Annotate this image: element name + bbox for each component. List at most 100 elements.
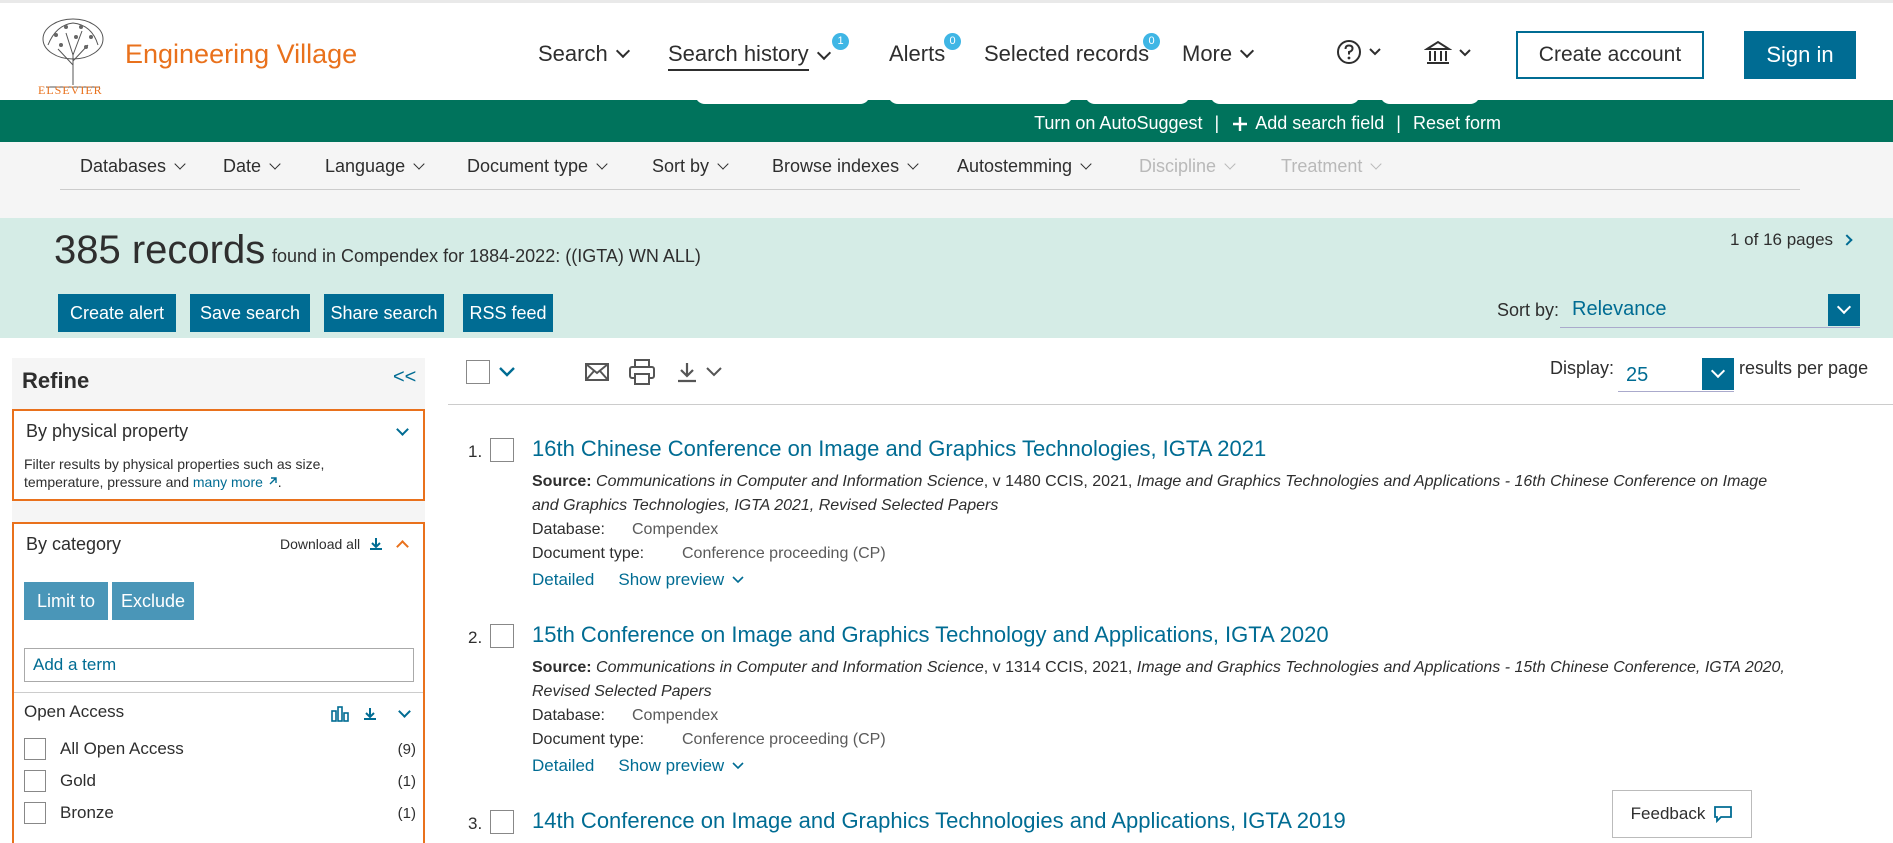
filter-document-type[interactable]: Document type <box>467 156 608 177</box>
source-series: Communications in Computer and Informati… <box>596 659 984 676</box>
exclude-button[interactable]: Exclude <box>112 582 194 620</box>
open-access-item[interactable]: Gold (1) <box>24 770 416 792</box>
chevron-down-icon[interactable] <box>1702 358 1734 390</box>
database-label: Database: <box>532 707 605 724</box>
collapse-refine-button[interactable]: << <box>393 366 416 389</box>
brand-title[interactable]: Engineering Village <box>125 39 357 70</box>
chevron-down-icon[interactable] <box>396 423 409 436</box>
chevron-down-icon <box>1370 158 1383 170</box>
chevron-right-icon[interactable] <box>1841 234 1853 246</box>
rss-feed-button[interactable]: RSS feed <box>463 294 553 332</box>
select-all-menu[interactable] <box>466 360 516 384</box>
open-access-item[interactable]: Bronze (1) <box>24 802 416 824</box>
detailed-link[interactable]: Detailed <box>532 756 594 776</box>
filter-label: Date <box>223 156 262 176</box>
autosuggest-toggle[interactable]: Turn on AutoSuggest <box>1034 113 1202 134</box>
pagination[interactable]: 1 of 16 pages <box>1730 230 1853 250</box>
filter-label: Language <box>325 156 406 176</box>
separator: | <box>1396 113 1401 133</box>
sort-by-value: Relevance <box>1572 298 1667 320</box>
result-source: Source: Communications in Computer and I… <box>532 470 1792 518</box>
filter-bar-divider <box>60 189 1800 190</box>
result-number: 2. <box>468 628 483 647</box>
nav-search-label: Search <box>538 41 608 66</box>
source-label: Source: <box>532 473 592 490</box>
result-title-link[interactable]: 16th Chinese Conference on Image and Gra… <box>532 436 1266 462</box>
add-search-field-button[interactable]: Add search field <box>1231 113 1384 134</box>
nav-search[interactable]: Search <box>538 41 630 67</box>
show-preview-button[interactable]: Show preview <box>618 570 744 590</box>
filter-label: Autostemming <box>957 156 1073 176</box>
nav-alerts[interactable]: Alerts <box>889 41 945 67</box>
share-search-button[interactable]: Share search <box>324 294 444 332</box>
print-icon[interactable] <box>628 358 656 386</box>
result-title-link[interactable]: 15th Conference on Image and Graphics Te… <box>532 622 1329 648</box>
download-all-label: Download all <box>280 536 361 552</box>
results-per-page-value: 25 <box>1626 364 1649 386</box>
result-actions: Detailed Show preview <box>532 756 744 776</box>
filter-bar <box>0 142 1893 218</box>
search-tab-stub <box>1085 92 1190 104</box>
chevron-down-icon <box>615 43 630 59</box>
database-label: Database: <box>532 521 605 538</box>
selected-records-badge: 0 <box>1143 33 1160 50</box>
help-icon <box>1337 40 1361 64</box>
download-icon[interactable] <box>362 706 378 722</box>
open-access-count: (1) <box>397 772 416 790</box>
document-type-value: Conference proceeding (CP) <box>682 731 886 748</box>
detailed-link[interactable]: Detailed <box>532 570 594 590</box>
filter-browse-indexes[interactable]: Browse indexes <box>772 156 919 177</box>
chevron-down-icon[interactable] <box>498 366 516 378</box>
filter-language[interactable]: Language <box>325 156 425 177</box>
checkbox[interactable] <box>24 770 46 792</box>
results-per-page-select[interactable]: 25 <box>1618 356 1734 392</box>
create-alert-button[interactable]: Create alert <box>58 294 176 332</box>
result-checkbox[interactable] <box>490 624 514 648</box>
chevron-up-icon[interactable] <box>396 540 409 553</box>
result-number: 3. <box>468 814 483 833</box>
filter-label: Databases <box>80 156 167 176</box>
download-icon <box>678 363 696 383</box>
select-all-checkbox[interactable] <box>466 360 490 384</box>
many-more-link[interactable]: many more <box>193 474 278 490</box>
reset-form-button[interactable]: Reset form <box>1413 113 1501 134</box>
checkbox[interactable] <box>24 738 46 760</box>
add-term-input[interactable] <box>24 648 414 682</box>
chevron-down-icon[interactable] <box>1828 294 1860 326</box>
save-search-button[interactable]: Save search <box>190 294 310 332</box>
search-tab-stub <box>1380 92 1480 104</box>
feedback-button[interactable]: Feedback <box>1612 790 1752 838</box>
period: . <box>277 474 282 490</box>
filter-sort-by[interactable]: Sort by <box>652 156 729 177</box>
chart-icon[interactable] <box>330 705 350 723</box>
show-preview-button[interactable]: Show preview <box>618 756 744 776</box>
chevron-down-icon <box>596 158 608 170</box>
nav-search-history[interactable]: Search history <box>668 41 831 71</box>
download-all-button[interactable]: Download all <box>280 536 384 552</box>
result-title-link[interactable]: 14th Conference on Image and Graphics Te… <box>532 808 1346 834</box>
chevron-down-icon <box>1080 158 1092 170</box>
nav-more[interactable]: More <box>1182 41 1255 67</box>
physical-property-title[interactable]: By physical property <box>26 421 188 442</box>
filter-databases[interactable]: Databases <box>80 156 186 177</box>
filter-date[interactable]: Date <box>223 156 281 177</box>
chevron-down-icon <box>816 45 831 61</box>
email-icon[interactable] <box>584 360 610 384</box>
database-value: Compendex <box>632 521 719 538</box>
help-menu[interactable] <box>1336 39 1382 65</box>
download-menu[interactable] <box>675 360 723 384</box>
open-access-label: Bronze <box>60 803 114 822</box>
sort-by-select[interactable]: Relevance <box>1560 292 1860 328</box>
create-account-button[interactable]: Create account <box>1516 31 1704 79</box>
search-tab-stub <box>888 92 1073 104</box>
result-checkbox[interactable] <box>490 810 514 834</box>
checkbox[interactable] <box>24 802 46 824</box>
limit-to-button[interactable]: Limit to <box>24 582 108 620</box>
filter-autostemming[interactable]: Autostemming <box>957 156 1092 177</box>
result-checkbox[interactable] <box>490 438 514 462</box>
chevron-down-icon <box>1240 43 1255 59</box>
sign-in-button[interactable]: Sign in <box>1744 31 1856 79</box>
institution-menu[interactable] <box>1424 39 1472 67</box>
open-access-item[interactable]: All Open Access (9) <box>24 738 416 760</box>
nav-selected-records[interactable]: Selected records <box>984 41 1149 67</box>
